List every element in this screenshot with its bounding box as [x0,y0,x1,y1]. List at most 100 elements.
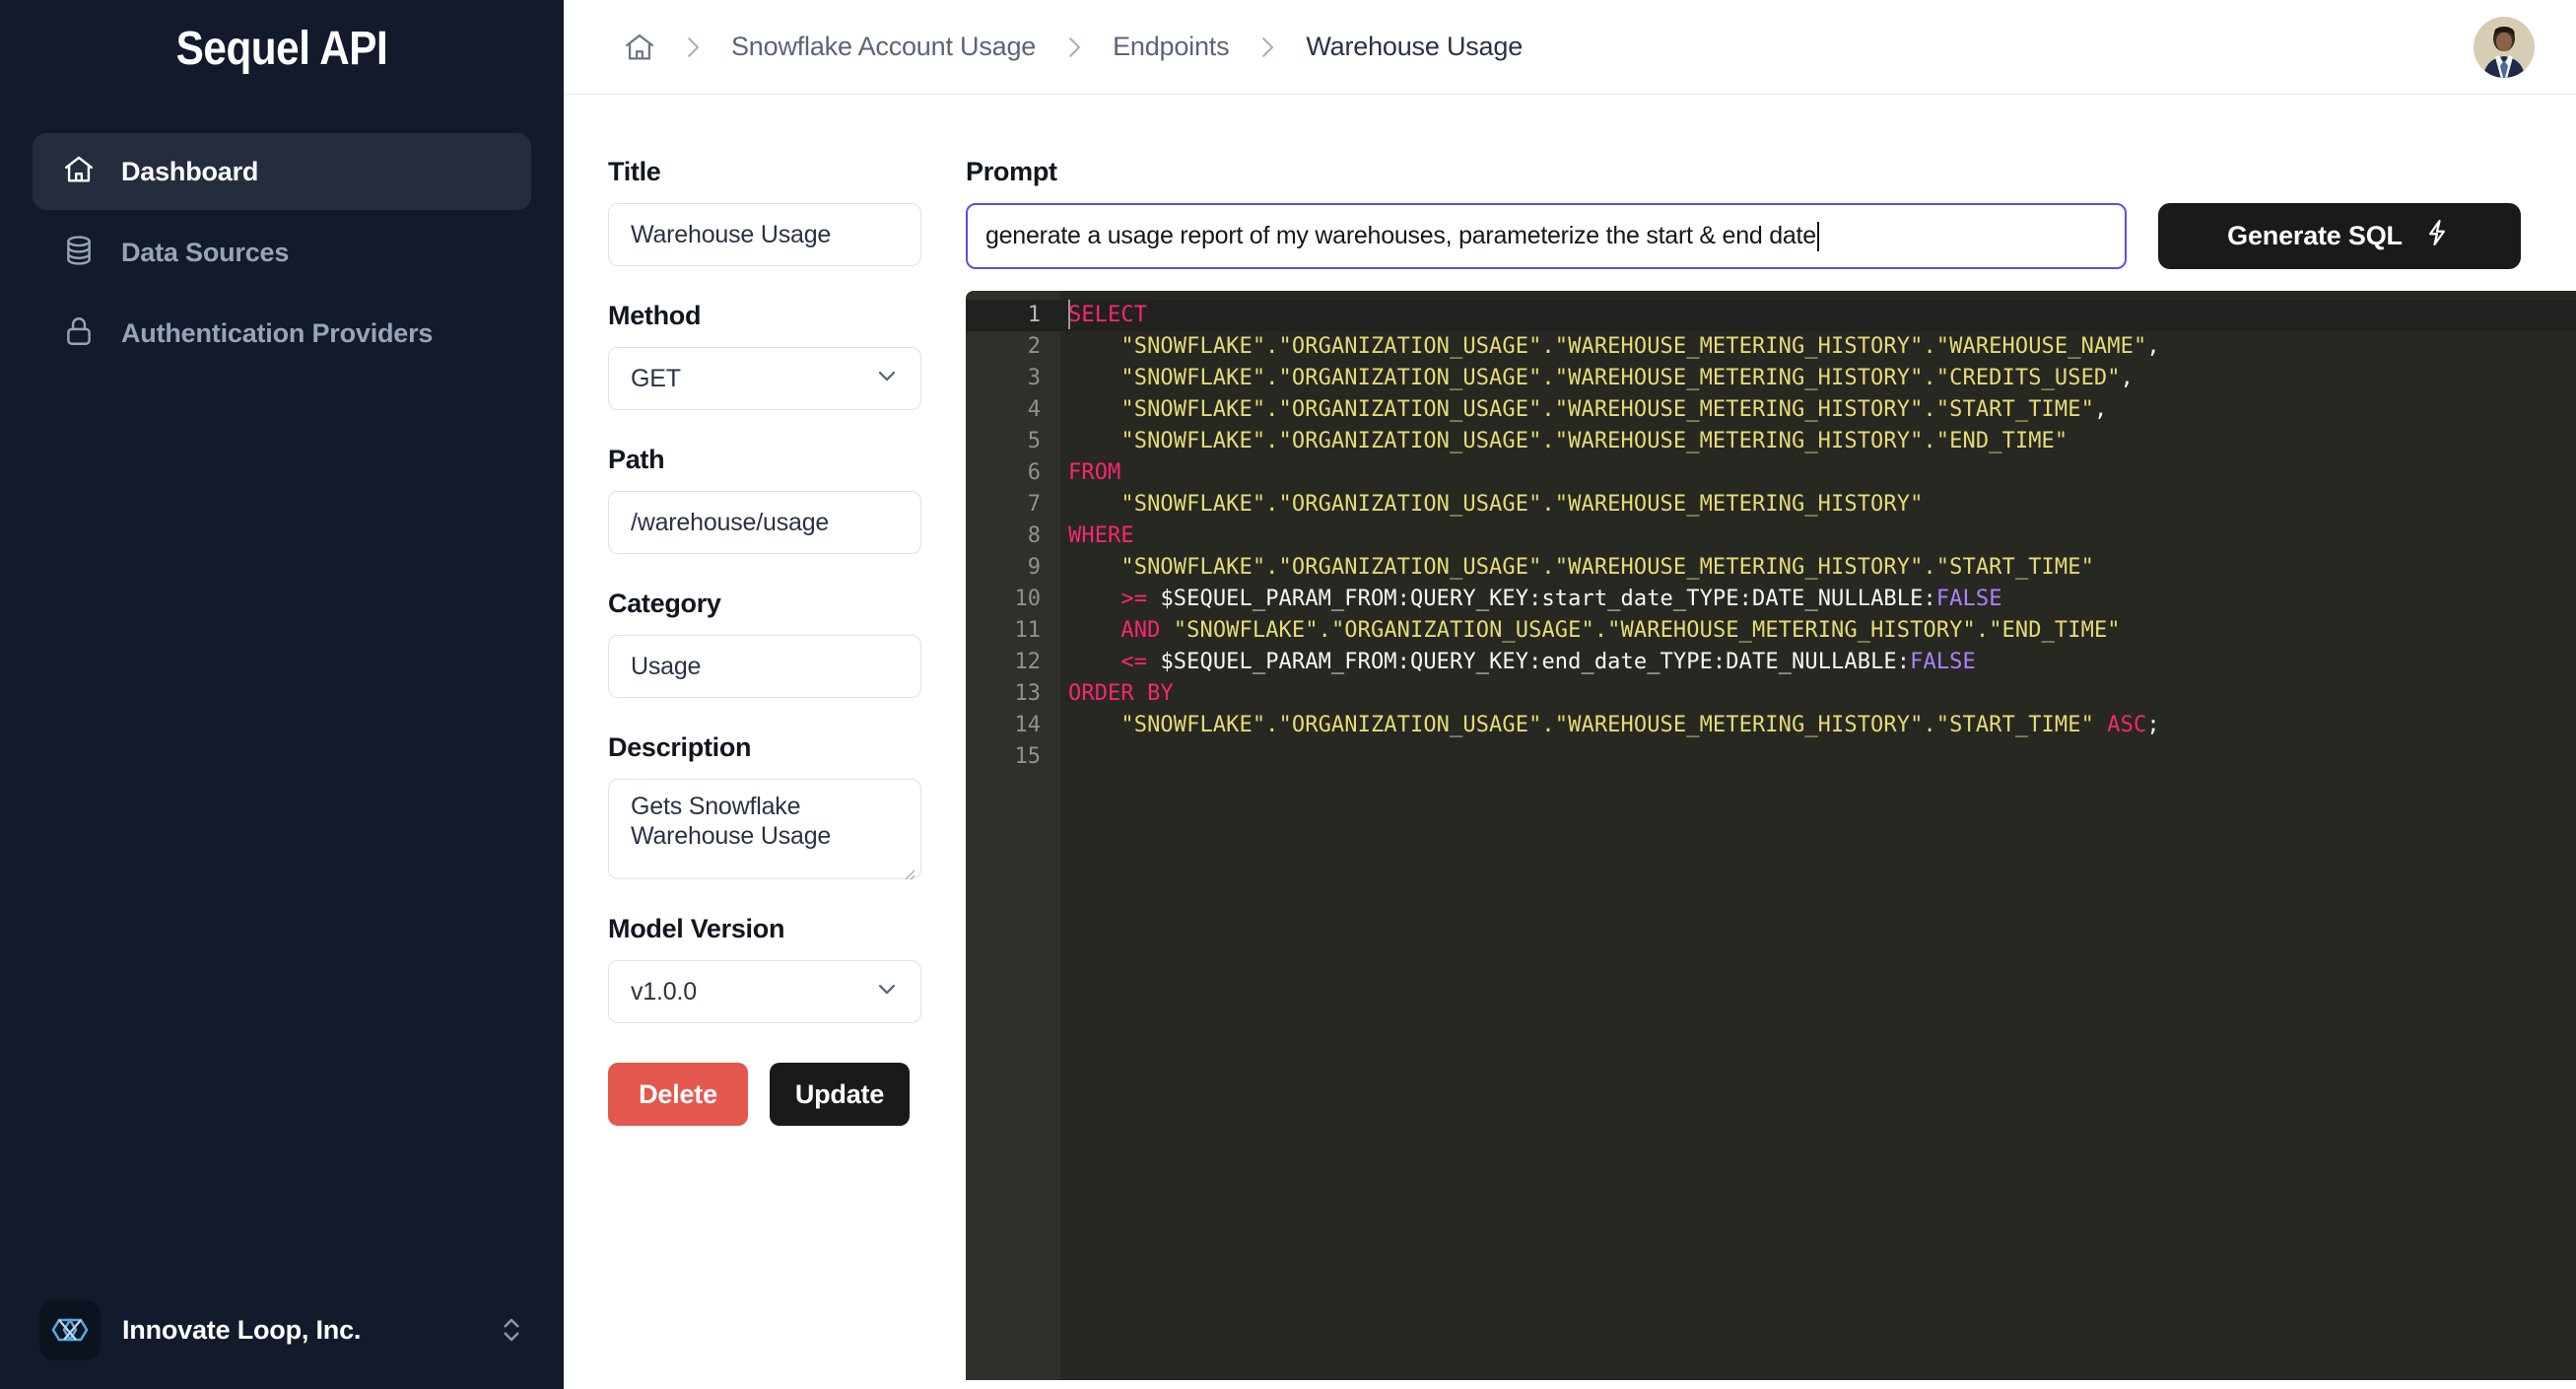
editor-line-number: 4 [1027,397,1041,422]
main-area: Snowflake Account Usage Endpoints Wareho… [564,0,2576,1389]
sidebar: Sequel API Dashboard Data Sources Authen… [0,0,564,1389]
code-token: $SEQUEL_PARAM_FROM:QUERY_KEY:end_date_TY… [1147,650,1911,674]
endpoint-form: Title Warehouse Usage Method GET Path /w… [564,95,966,1389]
chevron-down-icon [873,362,901,396]
resize-handle-icon[interactable] [901,860,916,880]
sql-code-editor[interactable]: 1 2 3 4 5 6 7 8 9 10 11 12 13 14 15 SELECT "SNOWFLAKE"… [966,291,2576,1380]
field-category: Category Usage [608,589,966,698]
editor-code-line: >= $SEQUEL_PARAM_FROM:QUERY_KEY:start_da… [1060,584,2576,615]
method-select[interactable]: GET [608,347,921,410]
sidebar-item-authentication-providers[interactable]: Authentication Providers [33,295,531,372]
sidebar-item-data-sources[interactable]: Data Sources [33,214,531,291]
sidebar-item-dashboard[interactable]: Dashboard [33,133,531,210]
chevron-right-icon [1235,33,1300,62]
prompt-label: Prompt [966,157,1057,186]
editor-code-line [1060,741,2576,773]
avatar[interactable] [2474,16,2535,78]
code-token: "SNOWFLAKE"."ORGANIZATION_USAGE"."WAREHO… [1120,429,2068,453]
prompt-value: generate a usage report of my warehouses… [985,222,1816,249]
prompt-row: generate a usage report of my warehouses… [966,203,2576,269]
editor-line-number: 7 [1027,492,1041,517]
sql-generation-panel: Prompt generate a usage report of my war… [966,95,2576,1389]
editor-line-number: 5 [1027,429,1041,453]
code-token: "SNOWFLAKE"."ORGANIZATION_USAGE"."WAREHO… [1120,492,1924,517]
editor-code-line: SELECT [1060,300,2576,331]
delete-button[interactable]: Delete [608,1063,748,1126]
update-button[interactable]: Update [770,1063,910,1126]
code-token: WHERE [1068,523,1134,548]
code-token: ; [2146,713,2160,737]
editor-code-line: WHERE [1060,521,2576,552]
editor-line-number: 1 [966,300,1060,331]
chevron-up-down-icon[interactable] [499,1310,524,1350]
top-bar: Snowflake Account Usage Endpoints Wareho… [564,0,2576,95]
editor-line-number: 15 [1014,744,1042,769]
prompt-input[interactable]: generate a usage report of my warehouses… [966,203,2127,269]
path-input[interactable]: /warehouse/usage [608,491,921,554]
editor-code-line: AND "SNOWFLAKE"."ORGANIZATION_USAGE"."WA… [1060,615,2576,647]
method-selected-value: GET [631,364,681,392]
editor-code-line: "SNOWFLAKE"."ORGANIZATION_USAGE"."WAREHO… [1060,552,2576,584]
code-token: FALSE [1935,587,2002,611]
breadcrumb-item-snowflake-account-usage[interactable]: Snowflake Account Usage [725,32,1042,62]
field-path: Path /warehouse/usage [608,445,966,554]
code-token: FALSE [1910,650,1976,674]
code-token: SELECT [1068,303,1148,327]
editor-code-line: "SNOWFLAKE"."ORGANIZATION_USAGE"."WAREHO… [1060,331,2576,363]
editor-line-number: 2 [1027,334,1041,359]
breadcrumb-item-endpoints[interactable]: Endpoints [1107,32,1235,62]
code-token: "SNOWFLAKE"."ORGANIZATION_USAGE"."WAREHO… [1120,555,2094,580]
sidebar-item-label: Authentication Providers [121,317,434,348]
database-icon [62,234,96,272]
chevron-right-icon [1042,33,1107,62]
chevron-right-icon [660,33,725,62]
editor-code-line: "SNOWFLAKE"."ORGANIZATION_USAGE"."WAREHO… [1060,710,2576,741]
editor-code-line: "SNOWFLAKE"."ORGANIZATION_USAGE"."WAREHO… [1060,394,2576,426]
code-token: , [2120,366,2134,390]
field-model-version: Model Version v1.0.0 [608,914,966,1023]
code-token: , [2093,397,2108,422]
sidebar-nav: Dashboard Data Sources Authentication Pr… [0,133,564,372]
code-token: <= [1120,650,1148,674]
generate-sql-label: Generate SQL [2227,221,2403,250]
category-label: Category [608,589,721,618]
editor-code-line: "SNOWFLAKE"."ORGANIZATION_USAGE"."WAREHO… [1060,489,2576,521]
editor-line-number: 9 [1027,555,1041,580]
description-textarea[interactable]: Gets Snowflake Warehouse Usage [608,779,921,880]
code-token: , [2146,334,2160,359]
field-method: Method GET [608,301,966,410]
editor-line-number-gutter: 1 2 3 4 5 6 7 8 9 10 11 12 13 14 15 [966,291,1060,1380]
field-title: Title Warehouse Usage [608,157,966,266]
chevron-down-icon [873,975,901,1009]
editor-code-area[interactable]: SELECT "SNOWFLAKE"."ORGANIZATION_USAGE".… [1060,291,2576,1380]
code-token: "SNOWFLAKE"."ORGANIZATION_USAGE"."WAREHO… [1173,618,2121,643]
content-area: Title Warehouse Usage Method GET Path /w… [564,95,2576,1389]
editor-code-line: FROM [1060,457,2576,489]
title-input[interactable]: Warehouse Usage [608,203,921,266]
code-token: "SNOWFLAKE"."ORGANIZATION_USAGE"."WAREHO… [1120,334,2147,359]
organization-switcher[interactable]: Innovate Loop, Inc. [0,1271,564,1389]
code-token: ASC [2107,713,2147,737]
category-input[interactable]: Usage [608,635,921,698]
breadcrumb-home-icon[interactable] [619,31,660,64]
breadcrumb-item-warehouse-usage[interactable]: Warehouse Usage [1300,32,1528,62]
code-token: $SEQUEL_PARAM_FROM:QUERY_KEY:start_date_… [1147,587,1936,611]
code-token: "SNOWFLAKE"."ORGANIZATION_USAGE"."WAREHO… [1120,713,2094,737]
generate-sql-button[interactable]: Generate SQL [2158,203,2521,269]
model-version-select[interactable]: v1.0.0 [608,960,921,1023]
method-label: Method [608,301,702,330]
field-description: Description Gets Snowflake Warehouse Usa… [608,732,966,880]
code-token: "SNOWFLAKE"."ORGANIZATION_USAGE"."WAREHO… [1120,397,2094,422]
organization-name: Innovate Loop, Inc. [122,1314,362,1345]
editor-code-line: "SNOWFLAKE"."ORGANIZATION_USAGE"."WAREHO… [1060,363,2576,394]
editor-code-line: "SNOWFLAKE"."ORGANIZATION_USAGE"."WAREHO… [1060,426,2576,457]
sidebar-item-label: Dashboard [121,156,259,186]
